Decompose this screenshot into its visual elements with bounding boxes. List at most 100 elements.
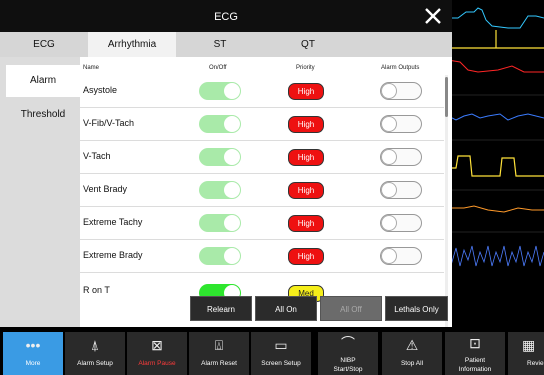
row-name: Vent Brady	[83, 184, 128, 194]
arrhythmia-table: Name On/Off Priority Alarm Outputs Asyst…	[80, 57, 452, 327]
dialog-titlebar: ECG	[0, 0, 452, 32]
alarm-output-toggle[interactable]	[380, 82, 422, 100]
red-waveform	[448, 59, 544, 73]
patient-info-label-line2: Information	[458, 366, 492, 373]
onoff-toggle[interactable]	[199, 247, 241, 265]
onoff-toggle[interactable]	[199, 115, 241, 133]
alarm-output-toggle[interactable]	[380, 214, 422, 232]
onoff-toggle[interactable]	[199, 148, 241, 166]
patient-info-label-line1: Patient	[464, 357, 486, 364]
onoff-toggle[interactable]	[199, 82, 241, 100]
toggle-knob	[224, 215, 240, 231]
table-row: Extreme Tachy High	[80, 207, 444, 240]
yellow-waveform	[448, 155, 544, 177]
alarm-output-toggle[interactable]	[380, 247, 422, 265]
more-label: More	[25, 360, 41, 367]
review-icon: ▦	[522, 337, 536, 353]
dialog-title: ECG	[214, 11, 238, 23]
ecg-dialog: ECG ECG Arrhythmia ST QT Alarm Threshold…	[0, 0, 452, 327]
screen-setup-button[interactable]: ▭ Screen Setup	[251, 332, 311, 375]
toggle-knob	[381, 215, 397, 231]
header-alarm-outputs: Alarm Outputs	[381, 65, 420, 71]
side-item-threshold[interactable]: Threshold	[6, 99, 80, 131]
action-buttons: Relearn All On All Off Lethals Only	[190, 296, 452, 324]
alarm-output-toggle[interactable]	[380, 115, 422, 133]
alarm-reset-label: Alarm Reset	[201, 360, 237, 367]
blue-waveform	[448, 113, 544, 121]
toggle-knob	[224, 83, 240, 99]
toggle-knob	[381, 149, 397, 165]
nibp-icon: ⌒	[341, 335, 355, 351]
lethals-only-button[interactable]: Lethals Only	[385, 296, 448, 321]
bottom-toolbar: ••• More ⍋ Alarm Setup ⊠ Alarm Pause ⍍ A…	[0, 330, 544, 375]
alarm-pause-label: Alarm Pause	[138, 360, 176, 367]
review-label: Revie	[527, 360, 544, 367]
tab-ecg[interactable]: ECG	[0, 32, 88, 57]
side-item-alarm[interactable]: Alarm	[6, 65, 80, 97]
table-row: Asystole High	[80, 75, 444, 108]
table-row: V-Tach High	[80, 141, 444, 174]
more-button[interactable]: ••• More	[3, 332, 63, 375]
alarm-setup-label: Alarm Setup	[77, 360, 113, 367]
waveform-area	[448, 7, 544, 267]
resp-waveform	[448, 245, 544, 267]
table-row: Vent Brady High	[80, 174, 444, 207]
nibp-start-stop-button[interactable]: ⌒ NIBP Start/Stop	[318, 332, 378, 375]
toggle-knob	[224, 116, 240, 132]
priority-badge[interactable]: High	[288, 182, 324, 199]
tab-bar: ECG Arrhythmia ST QT	[0, 32, 452, 57]
header-onoff: On/Off	[209, 65, 227, 71]
table-row: V-Fib/V-Tach High	[80, 108, 444, 141]
alarm-reset-button[interactable]: ⍍ Alarm Reset	[189, 332, 249, 375]
priority-badge[interactable]: High	[288, 215, 324, 232]
priority-badge[interactable]: High	[288, 83, 324, 100]
scroll-thumb[interactable]	[445, 77, 448, 117]
alarm-output-toggle[interactable]	[380, 181, 422, 199]
row-name: Extreme Tachy	[83, 217, 143, 227]
onoff-toggle[interactable]	[199, 214, 241, 232]
toggle-knob	[381, 83, 397, 99]
review-button[interactable]: ▦ Revie	[508, 332, 544, 375]
screen-setup-label: Screen Setup	[261, 360, 301, 367]
ecg-waveform	[448, 7, 544, 29]
priority-badge[interactable]: High	[288, 248, 324, 265]
alarm-pause-button[interactable]: ⊠ Alarm Pause	[127, 332, 187, 375]
stop-all-button[interactable]: ⚠ Stop All	[382, 332, 442, 375]
relearn-button[interactable]: Relearn	[190, 296, 252, 321]
side-nav: Alarm Threshold	[0, 57, 80, 327]
toggle-knob	[224, 149, 240, 165]
alarm-setup-button[interactable]: ⍋ Alarm Setup	[65, 332, 125, 375]
table-scrollbar[interactable]	[445, 75, 448, 327]
tab-arrhythmia[interactable]: Arrhythmia	[88, 32, 176, 57]
row-name: Extreme Brady	[83, 250, 143, 260]
stop-all-label: Stop All	[400, 360, 424, 367]
table-row: Extreme Brady High	[80, 240, 444, 273]
header-name: Name	[83, 65, 100, 71]
header-priority: Priority	[296, 65, 315, 71]
all-off-button[interactable]: All Off	[320, 296, 382, 321]
close-icon[interactable]	[422, 5, 444, 27]
tab-st[interactable]: ST	[176, 32, 264, 57]
onoff-toggle[interactable]	[199, 181, 241, 199]
alarm-pause-icon: ⊠	[151, 337, 163, 353]
alarm-reset-icon: ⍍	[214, 337, 224, 353]
stop-all-icon: ⚠	[405, 337, 419, 353]
toggle-knob	[381, 248, 397, 264]
row-name: R on T	[83, 285, 110, 295]
all-on-button[interactable]: All On	[255, 296, 317, 321]
more-icon: •••	[25, 337, 41, 353]
nibp-label-line2: Start/Stop	[333, 366, 363, 373]
priority-badge[interactable]: High	[288, 116, 324, 133]
patient-info-icon: ⊡	[469, 335, 481, 351]
patient-information-button[interactable]: ⊡ Patient Information	[445, 332, 505, 375]
nibp-label-line1: NIBP	[340, 357, 356, 364]
orange-waveform	[448, 205, 544, 213]
priority-badge[interactable]: High	[288, 149, 324, 166]
row-name: V-Tach	[83, 151, 111, 161]
alarm-output-toggle[interactable]	[380, 148, 422, 166]
toggle-knob	[381, 116, 397, 132]
toggle-knob	[381, 182, 397, 198]
row-name: Asystole	[83, 85, 118, 95]
tab-qt[interactable]: QT	[264, 32, 352, 57]
alarm-setup-icon: ⍋	[90, 337, 100, 353]
